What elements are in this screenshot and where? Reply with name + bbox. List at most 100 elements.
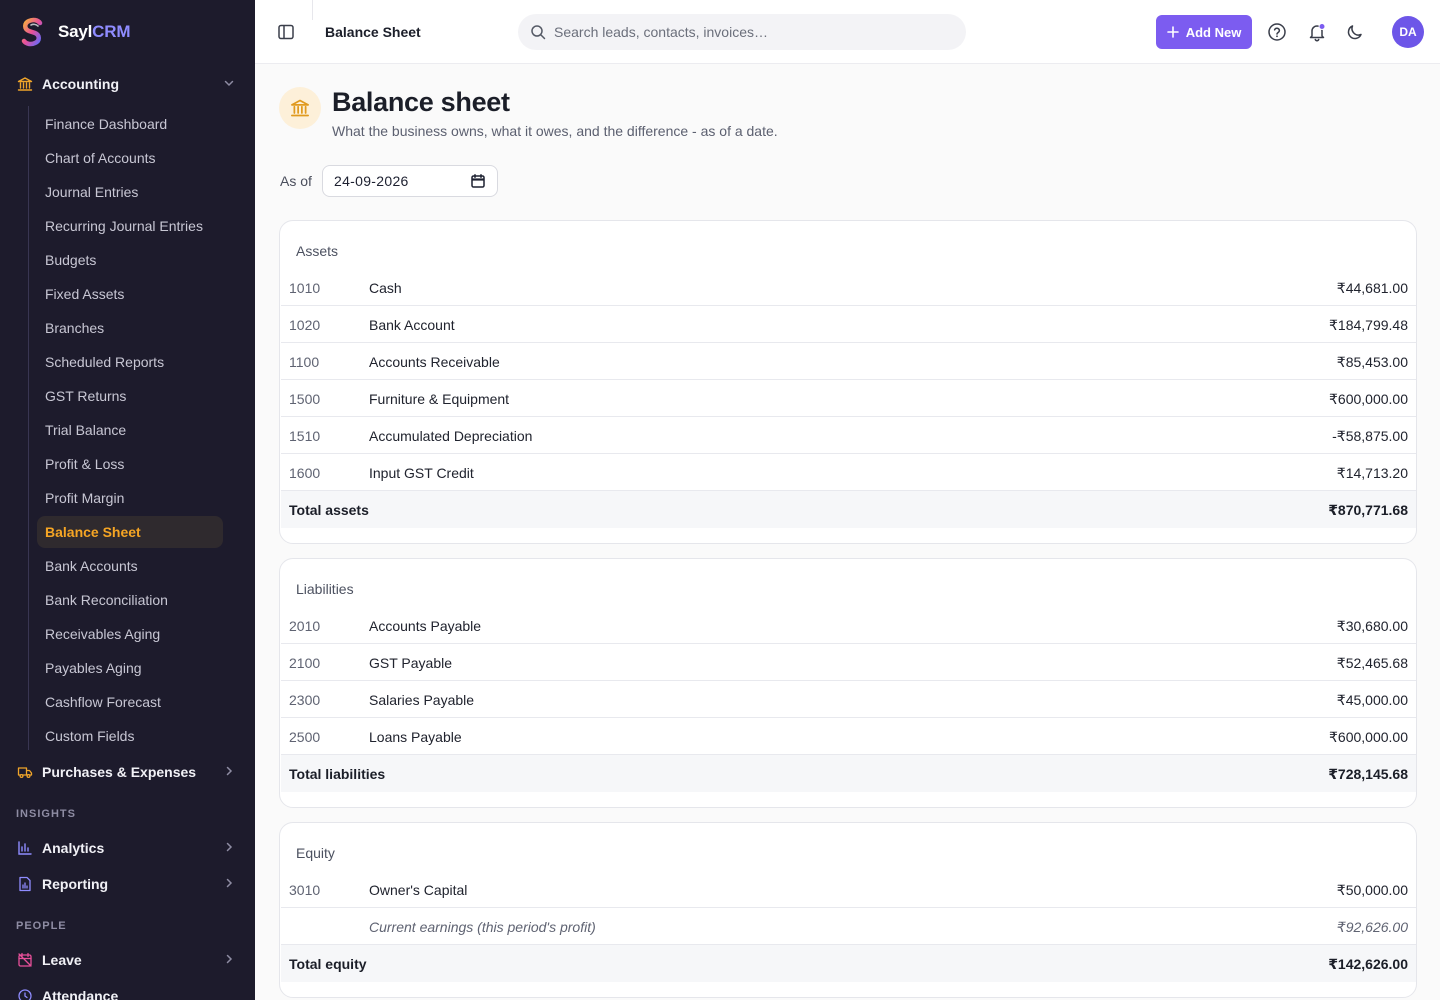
sidebar-item-scheduled-reports[interactable]: Scheduled Reports: [37, 346, 223, 378]
chevron-right-icon: [226, 842, 233, 852]
logo-icon: [21, 17, 43, 47]
equity-card: Equity 3010 Owner's Capital ₹50,000.00 C…: [279, 822, 1417, 998]
nav-group-attendance[interactable]: Attendance: [0, 981, 255, 1000]
sidebar-item-chart-of-accounts[interactable]: Chart of Accounts: [37, 142, 223, 174]
account-amount: ₹600,000.00: [1329, 729, 1408, 745]
sidebar-item-bank-accounts[interactable]: Bank Accounts: [37, 550, 223, 582]
sidebar-item-bank-reconciliation[interactable]: Bank Reconciliation: [37, 584, 223, 616]
plus-icon: [1166, 26, 1179, 38]
account-name: Input GST Credit: [369, 465, 474, 481]
app-name: SaylCRM: [58, 22, 131, 41]
sidebar-item-recurring-journal-entries[interactable]: Recurring Journal Entries: [37, 210, 223, 242]
account-amount: ₹44,681.00: [1336, 280, 1408, 296]
table-row: 1600 Input GST Credit ₹14,713.20: [281, 454, 1416, 491]
sidebar-item-receivables-aging[interactable]: Receivables Aging: [37, 618, 223, 650]
account-name: Accounts Receivable: [369, 354, 500, 370]
account-code: 1600: [289, 465, 321, 481]
account-amount: ₹184,799.48: [1329, 317, 1408, 333]
topbar-divider: [312, 0, 313, 20]
nav-group-leave[interactable]: Leave: [0, 945, 255, 975]
submenu-rail: [28, 106, 29, 750]
search-input[interactable]: [554, 24, 954, 40]
account-code: 2500: [289, 729, 321, 745]
account-name: Accounts Payable: [369, 618, 482, 634]
nav-group-label: Accounting: [42, 76, 119, 92]
sidebar-item-fixed-assets[interactable]: Fixed Assets: [37, 278, 223, 310]
sidebar-item-profit-loss[interactable]: Profit & Loss: [37, 448, 223, 480]
bar-chart-icon: [16, 839, 34, 857]
account-name: Accumulated Depreciation: [369, 428, 533, 444]
sidebar-item-trial-balance[interactable]: Trial Balance: [37, 414, 223, 446]
account-name: Cash: [369, 280, 402, 296]
account-amount: ₹85,453.00: [1336, 354, 1408, 370]
table-row: 2010 Accounts Payable ₹30,680.00: [281, 607, 1416, 644]
nav-group-analytics[interactable]: Analytics: [0, 833, 255, 863]
account-code: 2010: [289, 618, 321, 634]
sidebar-toggle-icon[interactable]: [277, 23, 295, 41]
sidebar-item-finance-dashboard[interactable]: Finance Dashboard: [37, 108, 223, 140]
table-row: 1510 Accumulated Depreciation -₹58,875.0…: [281, 417, 1416, 454]
date-value: 24-09-2026: [334, 173, 409, 189]
bell-icon[interactable]: [1307, 22, 1327, 42]
table-row: 2300 Salaries Payable ₹45,000.00: [281, 681, 1416, 718]
total-row: Total equity ₹142,626.00: [281, 945, 1416, 982]
account-amount: ₹92,626.00: [1336, 919, 1408, 935]
app-logo[interactable]: SaylCRM: [18, 16, 130, 48]
account-amount: ₹52,465.68: [1336, 655, 1408, 671]
table-row: 1100 Accounts Receivable ₹85,453.00: [281, 343, 1416, 380]
section-label-insights: INSIGHTS: [16, 808, 76, 820]
page-bank-icon: [279, 87, 321, 129]
nav-group-accounting[interactable]: Accounting: [0, 69, 255, 99]
table-row: 1020 Bank Account ₹184,799.48: [281, 306, 1416, 343]
account-name: Salaries Payable: [369, 692, 475, 708]
account-code: 1100: [289, 354, 320, 370]
nav-group-label: Attendance: [42, 988, 119, 1000]
as-of-date-input[interactable]: 24-09-2026: [322, 165, 498, 197]
total-amount: ₹142,626.00: [1328, 956, 1408, 972]
sidebar-item-branches[interactable]: Branches: [37, 312, 223, 344]
table-row: 3010 Owner's Capital ₹50,000.00: [281, 871, 1416, 908]
chevron-down-icon: [224, 80, 234, 87]
table-row: 1500 Furniture & Equipment ₹600,000.00: [281, 380, 1416, 417]
sidebar-item-profit-margin[interactable]: Profit Margin: [37, 482, 223, 514]
nav-group-purchases-expenses[interactable]: Purchases & Expenses: [0, 757, 255, 787]
sidebar-item-custom-fields[interactable]: Custom Fields: [37, 720, 223, 752]
total-amount: ₹728,145.68: [1328, 766, 1408, 782]
moon-icon[interactable]: [1345, 22, 1365, 42]
account-name: GST Payable: [369, 655, 453, 671]
search-bar[interactable]: [518, 14, 966, 50]
table-row: 2500 Loans Payable ₹600,000.00: [281, 718, 1416, 755]
sidebar-item-balance-sheet[interactable]: Balance Sheet: [37, 516, 223, 548]
report-icon: [16, 875, 34, 893]
help-icon[interactable]: [1267, 22, 1287, 42]
total-label: Total equity: [289, 956, 367, 972]
calendar-icon[interactable]: [471, 174, 485, 188]
account-amount: ₹45,000.00: [1336, 692, 1408, 708]
account-code: 1020: [289, 317, 321, 333]
section-title: Assets: [296, 243, 339, 259]
account-amount: ₹30,680.00: [1336, 618, 1408, 634]
avatar[interactable]: DA: [1392, 16, 1424, 48]
nav-group-reporting[interactable]: Reporting: [0, 869, 255, 899]
account-code: 1010: [289, 280, 321, 296]
page-title: Balance sheet: [332, 87, 510, 117]
account-code: 1510: [289, 428, 321, 444]
assets-card: Assets 1010 Cash ₹44,681.00 1020 Bank Ac…: [279, 220, 1417, 544]
sidebar-item-journal-entries[interactable]: Journal Entries: [37, 176, 223, 208]
sidebar-item-gst-returns[interactable]: GST Returns: [37, 380, 223, 412]
account-amount: -₹58,875.00: [1332, 428, 1408, 444]
add-new-button[interactable]: Add New: [1156, 15, 1252, 49]
total-label: Total assets: [289, 502, 369, 518]
total-amount: ₹870,771.68: [1328, 502, 1408, 518]
sidebar-item-cashflow-forecast[interactable]: Cashflow Forecast: [37, 686, 223, 718]
account-code: 2300: [289, 692, 321, 708]
account-name: Bank Account: [369, 317, 455, 333]
clock-icon: [16, 987, 34, 1000]
total-row: Total liabilities ₹728,145.68: [281, 755, 1416, 792]
breadcrumb: Balance Sheet: [325, 24, 421, 40]
page-subtitle: What the business owns, what it owes, an…: [332, 123, 778, 139]
sidebar-item-budgets[interactable]: Budgets: [37, 244, 223, 276]
chevron-right-icon: [226, 766, 233, 776]
table-row: 2100 GST Payable ₹52,465.68: [281, 644, 1416, 681]
sidebar-item-payables-aging[interactable]: Payables Aging: [37, 652, 223, 684]
